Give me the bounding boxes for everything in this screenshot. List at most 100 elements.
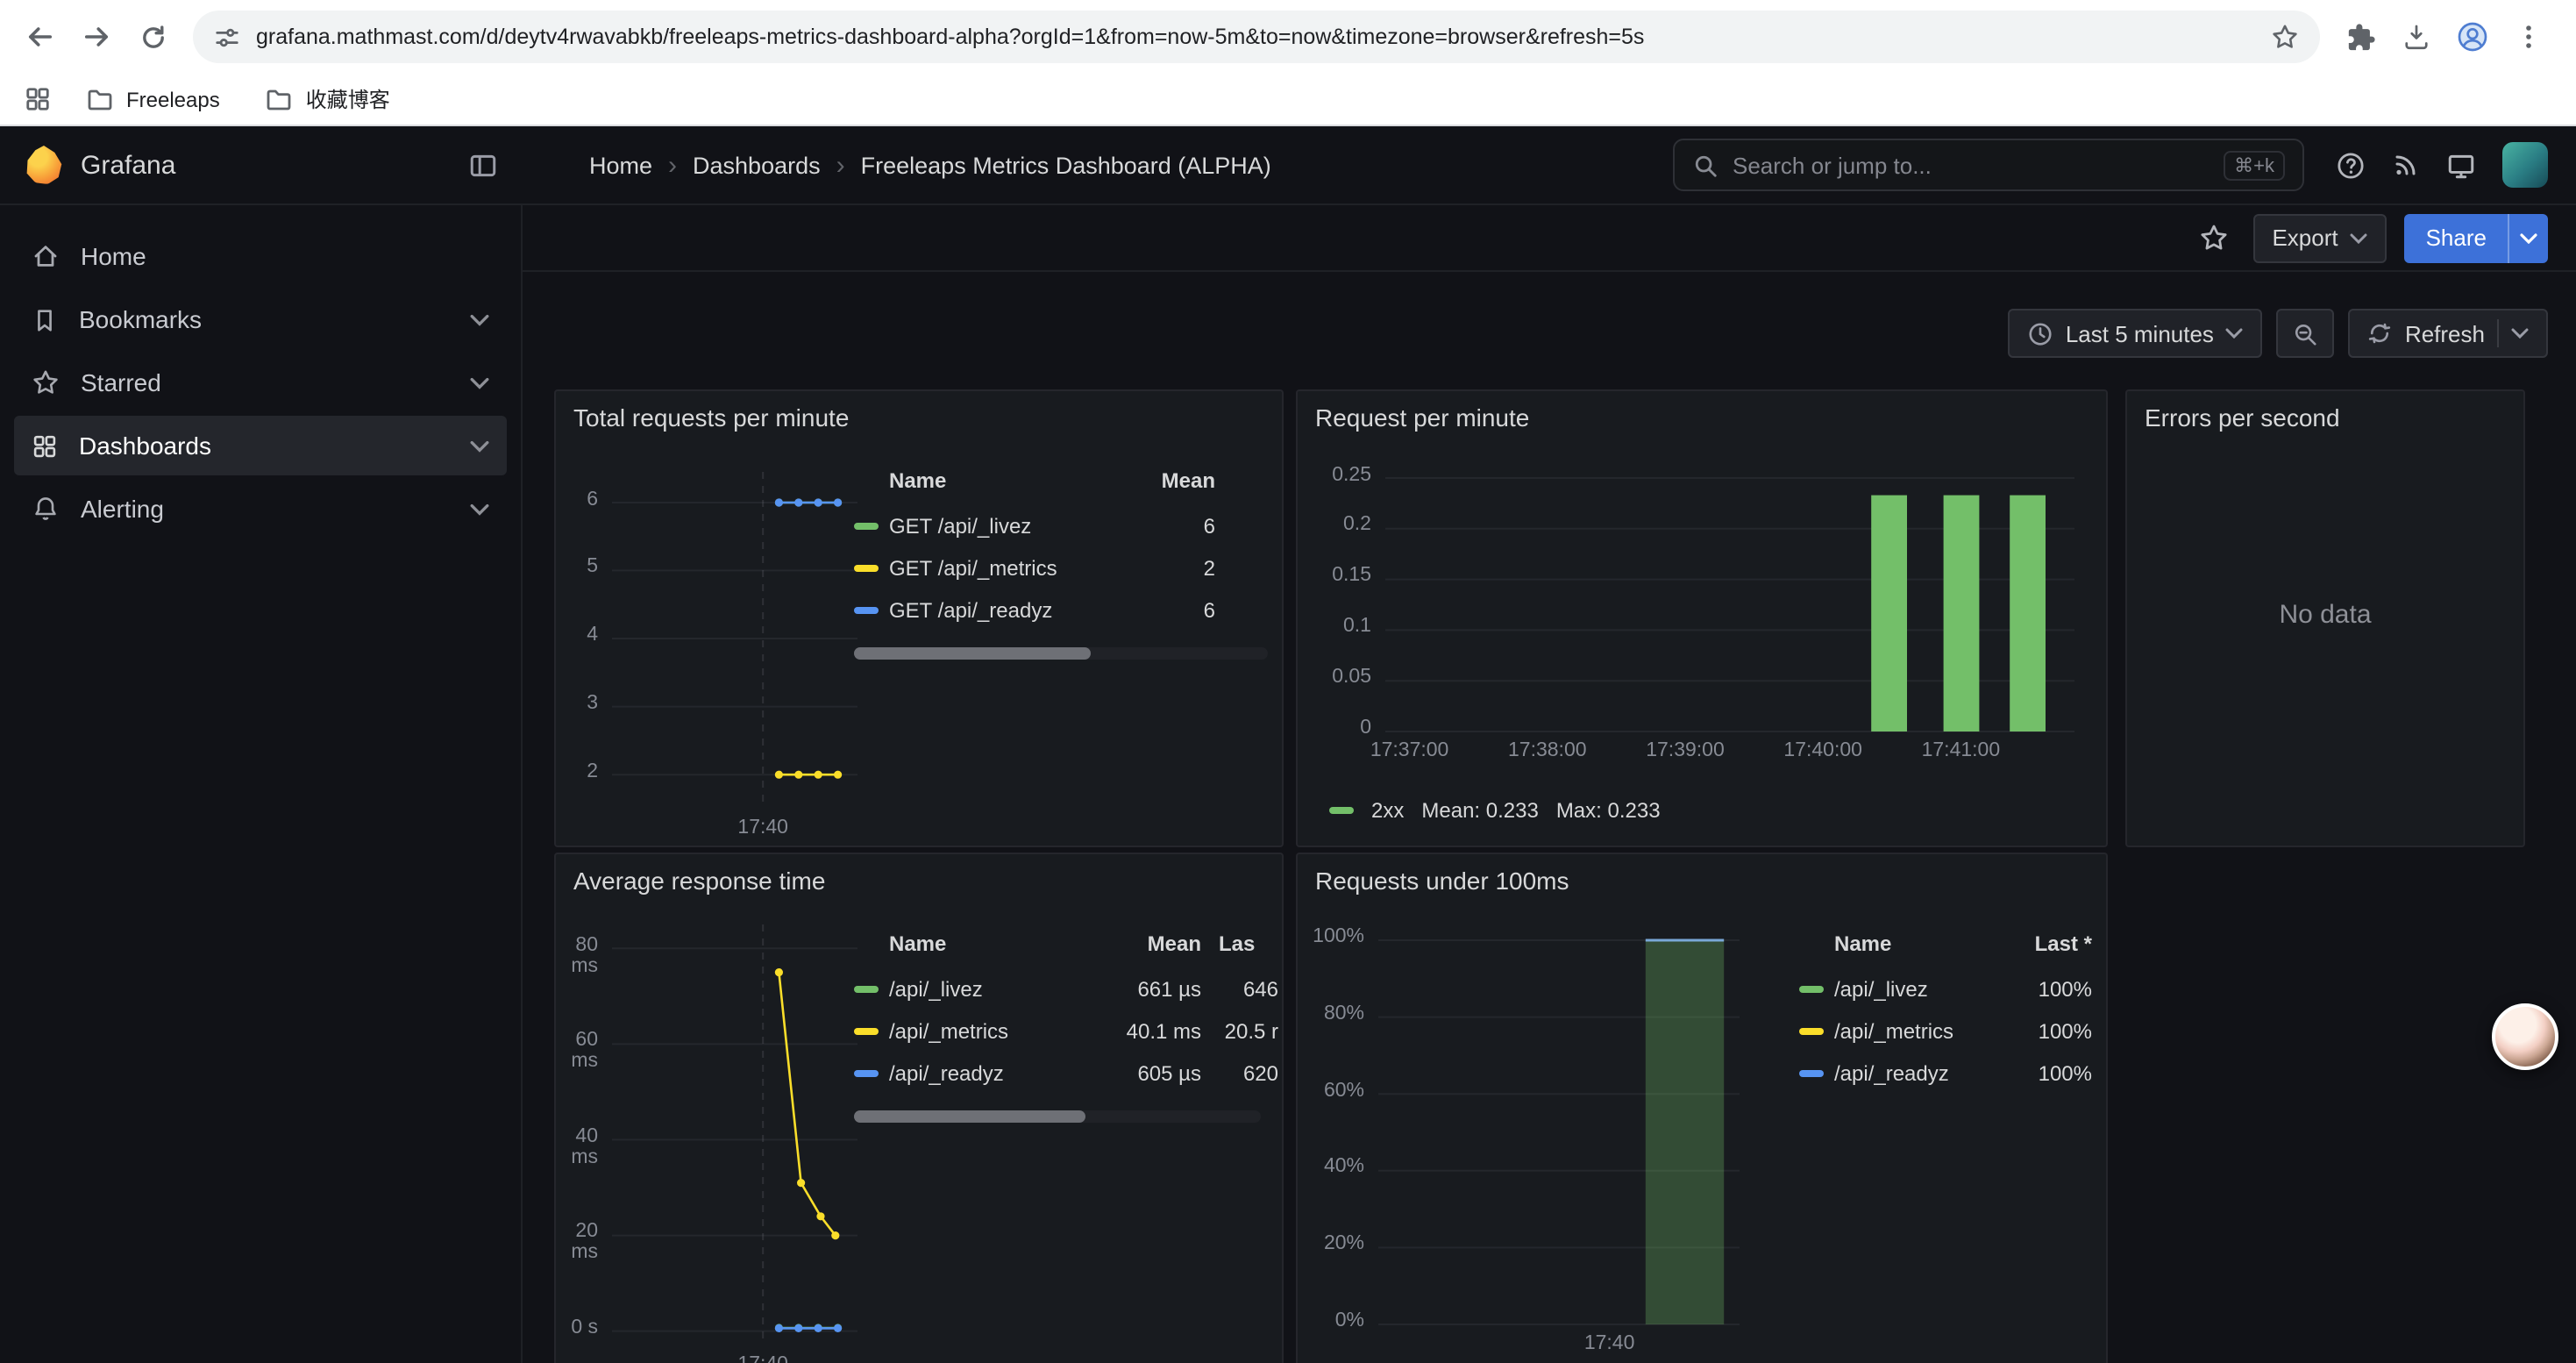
divider	[2497, 319, 2499, 347]
refresh-button[interactable]: Refresh	[2349, 309, 2548, 358]
refresh-label: Refresh	[2405, 320, 2485, 346]
legend-header-last[interactable]: Las	[1201, 931, 1278, 956]
legend-scrollbar[interactable]	[854, 1110, 1262, 1123]
chevron-down-icon[interactable]	[2511, 328, 2529, 339]
y-axis-tick-label: 0%	[1308, 1310, 1364, 1331]
breadcrumb-home[interactable]: Home	[589, 152, 652, 178]
url-bar[interactable]: grafana.mathmast.com/d/deytv4rwavabkb/fr…	[193, 11, 2320, 63]
breadcrumb-dashboards[interactable]: Dashboards	[693, 152, 821, 178]
legend-table: Name Mean GET /api/_livez 6 GET /api/_me…	[854, 461, 1268, 660]
timeseries-chart[interactable]: 80 ms60 ms40 ms20 ms0 s17:40	[566, 907, 872, 1363]
legend-row[interactable]: GET /api/_readyz 6	[854, 589, 1268, 632]
y-axis-tick-label: 40 ms	[566, 1125, 598, 1167]
help-icon[interactable]	[2336, 150, 2366, 180]
grafana-header-left: Grafana	[0, 146, 523, 184]
favorite-star-button[interactable]	[2191, 216, 2235, 260]
site-controls-icon[interactable]	[214, 24, 240, 50]
legend-header-last[interactable]: Last *	[2008, 931, 2092, 956]
bar-chart[interactable]: 100%80%60%40%20%0%17:40	[1308, 907, 1750, 1363]
sidebar-item-alerting[interactable]: Alerting	[14, 479, 507, 539]
legend-row[interactable]: /api/_livez 100%	[1799, 968, 2092, 1010]
y-axis-tick-label: 20 ms	[566, 1222, 598, 1264]
sidebar-item-dashboards[interactable]: Dashboards	[14, 416, 507, 475]
legend-row[interactable]: GET /api/_livez 6	[854, 505, 1268, 547]
zoom-out-icon	[2293, 320, 2319, 346]
dashboard-subnav: Export Share	[523, 205, 2576, 272]
legend-header-name[interactable]: Name	[889, 468, 1124, 493]
scrollbar-thumb[interactable]	[854, 647, 1090, 660]
legend-header-name[interactable]: Name	[889, 931, 1092, 956]
legend-header-mean[interactable]: Mean	[1092, 931, 1201, 956]
grafana-logo[interactable]	[25, 146, 63, 184]
x-axis-tick-label: 17:40	[693, 1354, 833, 1363]
chevron-down-icon[interactable]	[470, 376, 489, 389]
timeseries-chart[interactable]: 6543217:40	[566, 444, 872, 847]
share-label: Share	[2426, 225, 2487, 251]
star-icon	[32, 368, 60, 396]
bookmark-star-icon[interactable]	[2271, 23, 2299, 51]
panel-title[interactable]: Average response time	[556, 854, 1282, 895]
search-icon	[1692, 152, 1719, 178]
share-menu-chevron[interactable]	[2508, 213, 2548, 262]
panel-title[interactable]: Request per minute	[1298, 391, 2106, 432]
legend-row[interactable]: /api/_readyz 100%	[1799, 1053, 2092, 1095]
display-monitor-icon[interactable]	[2446, 150, 2476, 180]
x-axis-tick-label: 17:40:00	[1753, 740, 1893, 761]
search-placeholder: Search or jump to...	[1733, 152, 2210, 178]
news-rss-icon[interactable]	[2392, 151, 2420, 179]
panel-title[interactable]: Total requests per minute	[556, 391, 1282, 432]
sidebar-item-bookmarks[interactable]: Bookmarks	[14, 289, 507, 349]
panel-title[interactable]: Requests under 100ms	[1298, 854, 2106, 895]
export-button[interactable]: Export	[2252, 213, 2387, 262]
legend-scrollbar[interactable]	[854, 647, 1268, 660]
search-input[interactable]: Search or jump to... ⌘+k	[1673, 139, 2304, 191]
reload-icon	[138, 22, 167, 52]
y-axis-tick-label: 0 s	[566, 1317, 598, 1338]
sidebar-item-home[interactable]: Home	[14, 226, 507, 286]
legend-row[interactable]: /api/_readyz 605 µs 620	[854, 1053, 1278, 1095]
browser-profile-avatar[interactable]	[2446, 11, 2499, 63]
legend-header-name[interactable]: Name	[1834, 931, 2008, 956]
series-swatch	[854, 523, 879, 530]
user-avatar[interactable]	[2502, 142, 2548, 188]
bar-chart[interactable]: 0.250.20.150.10.05017:37:0017:38:0017:39…	[1308, 451, 2096, 777]
series-name[interactable]: 2xx	[1371, 798, 1404, 823]
back-button[interactable]	[14, 11, 67, 63]
chevron-down-icon[interactable]	[470, 439, 489, 452]
no-data-message: No data	[2127, 600, 2523, 630]
scrollbar-thumb[interactable]	[854, 1110, 1086, 1123]
chevron-down-icon[interactable]	[470, 503, 489, 515]
url-text[interactable]: grafana.mathmast.com/d/deytv4rwavabkb/fr…	[256, 25, 2255, 49]
zoom-out-button[interactable]	[2277, 309, 2335, 358]
bookmark-folder-blogs[interactable]: 收藏博客	[255, 79, 401, 119]
browser-menu-icon[interactable]	[2502, 11, 2555, 63]
sidebar-item-label: Bookmarks	[79, 305, 202, 333]
sidebar-item-starred[interactable]: Starred	[14, 353, 507, 412]
legend-row[interactable]: /api/_metrics 40.1 ms 20.5 r	[854, 1010, 1278, 1053]
time-range-picker[interactable]: Last 5 minutes	[2008, 309, 2263, 358]
sidebar-toggle-button[interactable]	[468, 150, 498, 180]
extensions-icon[interactable]	[2334, 11, 2387, 63]
topnav-icons	[2336, 142, 2548, 188]
chat-widget-avatar[interactable]	[2492, 1003, 2558, 1070]
legend-row[interactable]: /api/_livez 661 µs 646	[854, 968, 1278, 1010]
panel-title[interactable]: Errors per second	[2127, 391, 2523, 432]
main-content: Export Share	[523, 205, 2576, 1363]
share-button[interactable]: Share	[2405, 213, 2508, 262]
downloads-icon[interactable]	[2390, 11, 2443, 63]
breadcrumb-separator: ›	[668, 150, 677, 180]
forward-icon	[81, 21, 112, 53]
chevron-down-icon[interactable]	[470, 313, 489, 325]
forward-button[interactable]	[70, 11, 123, 63]
legend-header-mean[interactable]: Mean	[1124, 468, 1215, 493]
breadcrumb: Home › Dashboards › Freeleaps Metrics Da…	[589, 150, 1271, 180]
series-swatch	[1799, 986, 1824, 993]
apps-grid-icon[interactable]	[25, 86, 51, 112]
shortcut-badge: ⌘+k	[2224, 150, 2285, 180]
legend-row[interactable]: GET /api/_metrics 2	[854, 547, 1268, 589]
bookmark-folder-freeleaps[interactable]: Freeleaps	[75, 80, 231, 118]
bookmark-icon	[32, 306, 58, 332]
reload-button[interactable]	[126, 11, 179, 63]
legend-header-row: Name Mean	[854, 461, 1268, 500]
legend-row[interactable]: /api/_metrics 100%	[1799, 1010, 2092, 1053]
